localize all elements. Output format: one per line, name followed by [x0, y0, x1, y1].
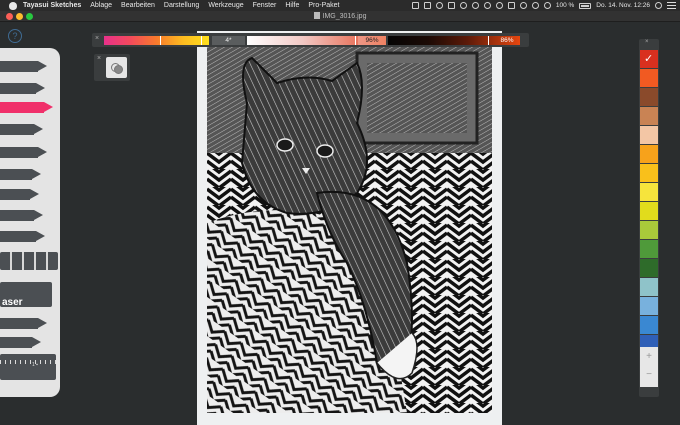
color-swatch[interactable]	[640, 164, 658, 182]
tool-fineliner[interactable]	[0, 61, 47, 72]
menubar-clock[interactable]: Do. 14. Nov. 12:26	[596, 2, 650, 9]
spotlight-search-icon[interactable]	[655, 2, 662, 9]
menu-fenster[interactable]: Fenster	[253, 2, 277, 9]
tool-pencil[interactable]	[0, 83, 45, 94]
tool-watercolor[interactable]	[0, 169, 41, 180]
help-button[interactable]: ?	[8, 29, 22, 43]
script-icon[interactable]	[483, 2, 491, 9]
palette-controls: + −	[640, 347, 658, 387]
menu-werkzeuge[interactable]: Werkzeuge	[208, 2, 243, 9]
sketch-photo	[207, 43, 492, 413]
eraser-label: aser	[2, 297, 23, 308]
sketch-photo-art	[207, 43, 492, 413]
menu-pro-paket[interactable]: Pro-Paket	[308, 2, 339, 9]
document-title-text: IMG_3016.jpg	[322, 13, 367, 20]
tool-calligraphy[interactable]	[0, 231, 45, 242]
battery-percentage: 100 %	[555, 2, 575, 9]
drawing-canvas[interactable]	[197, 31, 502, 425]
document-title: IMG_3016.jpg	[0, 12, 680, 20]
battery-icon[interactable]	[579, 2, 592, 9]
tool-ruler[interactable]	[0, 354, 56, 380]
window-title-bar: IMG_3016.jpg	[0, 11, 680, 22]
color-palette: × + −	[639, 39, 659, 397]
toolbar-close-button[interactable]: ×	[95, 35, 99, 42]
tool-panel: aser 1 ▪	[0, 48, 60, 397]
tool-ink-pen[interactable]	[0, 124, 43, 135]
tool-pastel[interactable]	[0, 210, 43, 221]
ruler-label: 1 ▪	[32, 362, 38, 368]
tool-fill[interactable]	[0, 337, 41, 348]
color-swatch[interactable]	[640, 278, 658, 296]
info-icon[interactable]	[471, 2, 479, 9]
airplay-icon[interactable]	[507, 2, 515, 9]
color-swatch[interactable]	[640, 221, 658, 239]
notification-center-icon[interactable]	[667, 2, 676, 9]
add-color-button[interactable]: +	[640, 351, 658, 362]
document-icon	[313, 12, 320, 19]
menu-hilfe[interactable]: Hilfe	[285, 2, 299, 9]
color-swatch[interactable]	[640, 202, 658, 220]
tool-brush[interactable]	[0, 147, 47, 158]
creative-cloud-icon[interactable]	[411, 2, 419, 9]
color-swatch[interactable]	[640, 316, 658, 334]
gear-icon[interactable]	[459, 2, 467, 9]
time-machine-icon[interactable]	[495, 2, 503, 9]
layer-panel: ×	[94, 54, 130, 81]
status-bar: 100 % Do. 14. Nov. 12:26	[411, 0, 676, 11]
sync-check-icon[interactable]	[435, 2, 443, 9]
bluetooth-icon[interactable]	[519, 2, 527, 9]
opacity-value: 96%	[358, 36, 386, 45]
menu-app-name[interactable]: Tayasui Sketches	[23, 2, 81, 9]
color-swatch[interactable]	[640, 88, 658, 106]
volume-icon[interactable]	[543, 2, 551, 9]
tool-smudge[interactable]	[0, 318, 47, 329]
color-swatch[interactable]	[640, 50, 658, 68]
intensity-slider-handle[interactable]	[488, 36, 489, 45]
evernote-icon[interactable]	[423, 2, 431, 9]
shield-icon[interactable]	[447, 2, 455, 9]
layer-blend-icon-2	[114, 65, 123, 74]
menu-bearbeiten[interactable]: Bearbeiten	[121, 2, 155, 9]
intensity-value: 86%	[500, 37, 514, 44]
menu-bar: Tayasui Sketches Ablage Bearbeiten Darst…	[0, 0, 680, 11]
brush-toolbar: × 4* 96% 86%	[92, 33, 529, 47]
remove-color-button[interactable]: −	[640, 369, 658, 380]
color-swatch[interactable]	[640, 145, 658, 163]
wifi-icon[interactable]	[531, 2, 539, 9]
color-swatch[interactable]	[640, 107, 658, 125]
color-swatch[interactable]	[640, 297, 658, 315]
color-swatch[interactable]	[640, 259, 658, 277]
brush-size-value[interactable]: 4*	[212, 36, 245, 45]
menu-darstellung[interactable]: Darstellung	[164, 2, 199, 9]
tool-texture-brush[interactable]	[0, 252, 58, 270]
opacity-slider-handle[interactable]	[355, 36, 356, 45]
color-swatch[interactable]	[640, 240, 658, 258]
color-swatch[interactable]	[640, 126, 658, 144]
layer-thumbnail[interactable]	[106, 57, 127, 78]
apple-icon[interactable]	[9, 1, 17, 10]
layer-panel-close-button[interactable]: ×	[97, 55, 101, 62]
tool-marker-selected[interactable]	[0, 102, 53, 113]
tool-airbrush[interactable]	[0, 189, 39, 200]
hue-slider-handle[interactable]	[160, 36, 161, 45]
hue-slider[interactable]	[104, 36, 209, 45]
palette-close-button[interactable]: ×	[645, 39, 649, 45]
color-swatch[interactable]	[640, 69, 658, 87]
hue-slider-handle-2[interactable]	[201, 36, 202, 45]
color-swatch[interactable]	[640, 183, 658, 201]
menu-ablage[interactable]: Ablage	[90, 2, 112, 9]
ruler-ticks	[0, 360, 56, 364]
